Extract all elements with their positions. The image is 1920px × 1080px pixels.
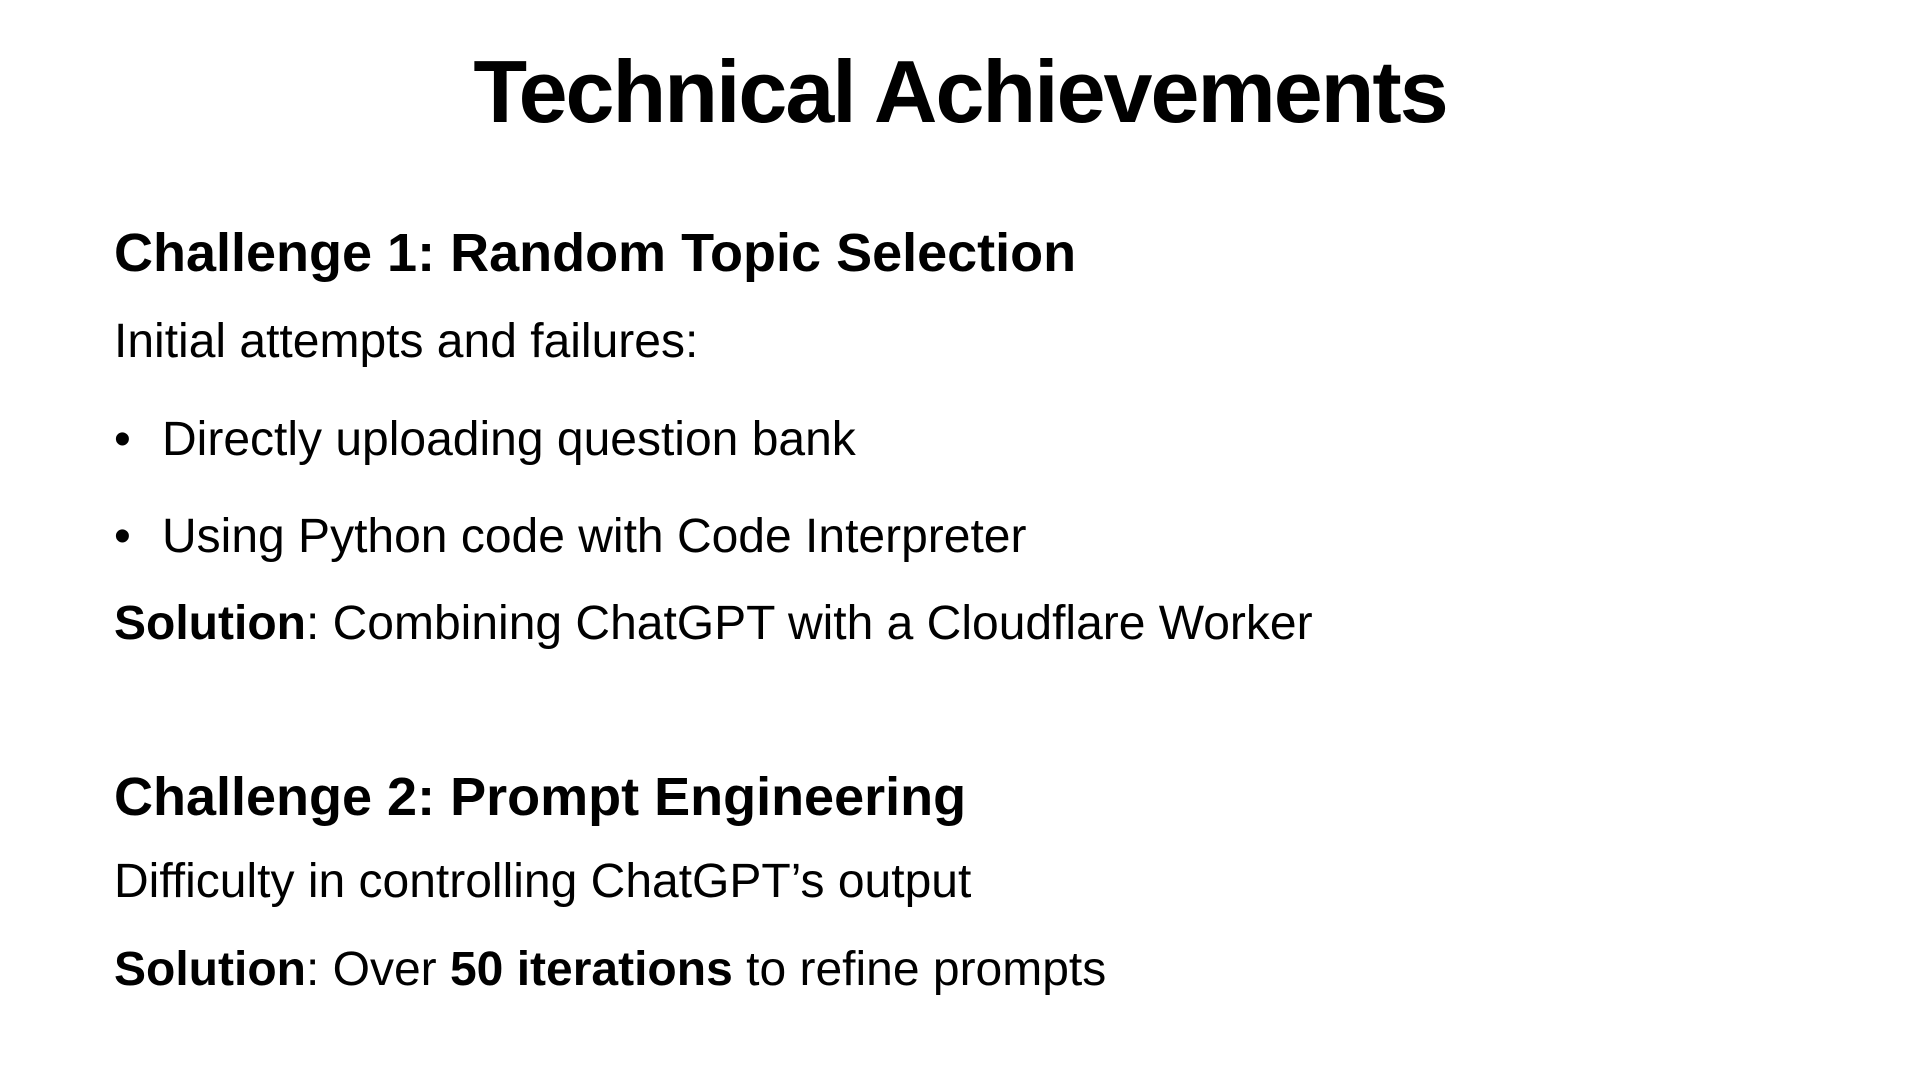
slide: Technical Achievements Challenge 1: Rand… bbox=[0, 0, 1920, 1080]
challenge-1-heading: Challenge 1: Random Topic Selection bbox=[114, 223, 1077, 283]
challenge-1-bullet-1: • Directly uploading question bank bbox=[114, 416, 856, 464]
bullet-glyph: • bbox=[114, 413, 131, 466]
solution-text-pre: : Over bbox=[305, 943, 450, 996]
challenge-1-bullet-2: • Using Python code with Code Interpreter bbox=[114, 513, 1026, 561]
solution-text: : Combining ChatGPT with a Cloudflare Wo… bbox=[305, 597, 1313, 650]
solution-label: Solution bbox=[114, 597, 306, 650]
solution-label: Solution bbox=[114, 943, 306, 996]
challenge-2-solution: Solution: Over 50 iterations to refine p… bbox=[114, 946, 1106, 994]
solution-highlight: 50 iterations bbox=[449, 943, 733, 996]
challenge-1-intro: Initial attempts and failures: bbox=[114, 315, 699, 368]
bullet-text: Using Python code with Code Interpreter bbox=[162, 510, 1027, 563]
bullet-text: Directly uploading question bank bbox=[162, 413, 856, 466]
challenge-1-solution: Solution: Combining ChatGPT with a Cloud… bbox=[114, 600, 1313, 648]
challenge-2-intro: Difficulty in controlling ChatGPT’s outp… bbox=[114, 855, 972, 908]
slide-title: Technical Achievements bbox=[473, 42, 1448, 141]
challenge-2-heading: Challenge 2: Prompt Engineering bbox=[114, 767, 967, 827]
solution-text-post: to refine prompts bbox=[732, 943, 1107, 996]
bullet-glyph: • bbox=[114, 510, 131, 563]
